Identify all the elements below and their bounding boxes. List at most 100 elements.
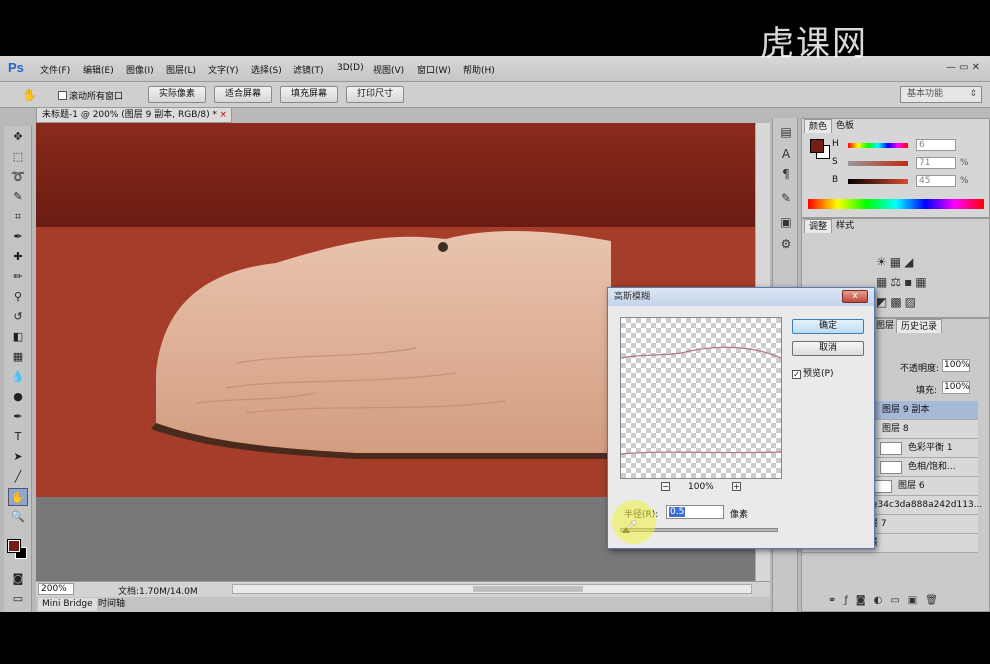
saturation-label: S bbox=[832, 157, 838, 167]
scroll-all-windows-checkbox[interactable]: 滚动所有窗口 bbox=[58, 89, 123, 102]
hue-slider[interactable] bbox=[848, 143, 908, 148]
brightness-value[interactable]: 45 bbox=[916, 175, 956, 187]
menu-view[interactable]: 视图(V) bbox=[373, 63, 404, 76]
color-ramp[interactable] bbox=[808, 199, 984, 209]
menu-filter[interactable]: 滤镜(T) bbox=[293, 63, 324, 76]
preview-label: 预览(P) bbox=[803, 369, 834, 379]
preview-zoom-value: 100% bbox=[688, 482, 714, 492]
line-tool-icon[interactable]: ╱ bbox=[8, 468, 28, 486]
fill-screen-button[interactable]: 填充屏幕 bbox=[280, 86, 338, 103]
saturation-unit: % bbox=[960, 158, 969, 168]
tab-swatches[interactable]: 色板 bbox=[832, 119, 858, 133]
hand-tool-icon[interactable]: ✋ bbox=[22, 88, 37, 102]
document-tab[interactable]: 未标题-1 @ 200% (图层 9 副本, RGB/8) * × bbox=[36, 107, 232, 123]
tab-color[interactable]: 颜色 bbox=[804, 119, 833, 133]
adjustment-icons-row-1[interactable]: ☀▦◢ bbox=[876, 255, 916, 269]
type-tool-icon[interactable]: T bbox=[8, 428, 28, 446]
cancel-button[interactable]: 取消 bbox=[792, 341, 864, 356]
layer-name: 图层 8 bbox=[882, 424, 909, 434]
scroll-thumb[interactable] bbox=[473, 586, 583, 592]
horizontal-scrollbar[interactable] bbox=[232, 584, 752, 594]
fill-input[interactable]: 100% bbox=[942, 381, 970, 394]
tool-presets-icon[interactable]: ▣ bbox=[778, 214, 794, 230]
foreground-color-box[interactable] bbox=[810, 139, 824, 153]
zoom-out-button[interactable]: − bbox=[661, 482, 670, 491]
checkmark-icon: ✓ bbox=[792, 370, 801, 379]
pen-tool-icon[interactable]: ✒ bbox=[8, 408, 28, 426]
eraser-tool-icon[interactable]: ◧ bbox=[8, 328, 28, 346]
layer-name: 图层 9 副本 bbox=[882, 405, 930, 415]
character-panel-icon[interactable]: A bbox=[778, 146, 794, 162]
adjustment-icons-row-2[interactable]: ▦⚖▪▦ bbox=[876, 275, 930, 289]
menu-type[interactable]: 文字(Y) bbox=[208, 63, 239, 76]
dialog-title-bar[interactable]: 高斯模糊 x bbox=[608, 288, 874, 306]
healing-tool-icon[interactable]: ✚ bbox=[8, 248, 28, 266]
crop-tool-icon[interactable]: ⌗ bbox=[8, 208, 28, 226]
layer-name: 色彩平衡 1 bbox=[908, 443, 953, 453]
fit-screen-button[interactable]: 适合屏幕 bbox=[214, 86, 272, 103]
adjustment-icons-row-3[interactable]: ◩▩▨ bbox=[876, 295, 919, 309]
menu-layer[interactable]: 图层(L) bbox=[166, 63, 196, 76]
filter-preview[interactable] bbox=[620, 317, 782, 479]
color-panel: 颜色 色板 H 6 S 71 % B 45 % bbox=[801, 118, 990, 218]
menu-help[interactable]: 帮助(H) bbox=[463, 63, 495, 76]
brush-panel-icon[interactable]: ✎ bbox=[778, 190, 794, 206]
print-size-button[interactable]: 打印尺寸 bbox=[346, 86, 404, 103]
radius-unit: 像素 bbox=[730, 510, 749, 520]
lasso-tool-icon[interactable]: ➰ bbox=[8, 168, 28, 186]
window-controls[interactable]: — ▭ ✕ bbox=[946, 62, 980, 73]
close-button[interactable]: x bbox=[842, 290, 868, 303]
eyedropper-tool-icon[interactable]: ✒ bbox=[8, 228, 28, 246]
brightness-slider[interactable] bbox=[848, 179, 908, 184]
actual-pixels-button[interactable]: 实际像素 bbox=[148, 86, 206, 103]
hand-tool-icon[interactable]: ✋ bbox=[8, 488, 28, 506]
preview-checkbox[interactable]: ✓ 预览(P) bbox=[792, 366, 833, 379]
zoom-level-field[interactable]: 200% bbox=[38, 583, 74, 595]
quick-select-tool-icon[interactable]: ✎ bbox=[8, 188, 28, 206]
menu-3d[interactable]: 3D(D) bbox=[337, 63, 364, 73]
tab-mini-bridge[interactable]: Mini Bridge bbox=[38, 598, 97, 611]
workspace-dropdown[interactable]: 基本功能 ⇕ bbox=[900, 86, 982, 103]
tab-layers[interactable]: 图层 bbox=[872, 319, 898, 333]
tab-timeline[interactable]: 时间轴 bbox=[94, 598, 129, 611]
saturation-slider-row: S 71 % bbox=[832, 157, 986, 171]
path-select-tool-icon[interactable]: ➤ bbox=[8, 448, 28, 466]
zoom-in-button[interactable]: + bbox=[732, 482, 741, 491]
close-icon[interactable]: × bbox=[219, 108, 227, 122]
chevron-down-icon: ⇕ bbox=[969, 89, 977, 99]
menu-image[interactable]: 图像(I) bbox=[126, 63, 154, 76]
layer-panel-footer-icons[interactable]: ⚭ƒ◙◐▭▣🗑 bbox=[828, 595, 946, 606]
hue-value[interactable]: 6 bbox=[916, 139, 956, 151]
stamp-tool-icon[interactable]: ⚲ bbox=[8, 288, 28, 306]
quick-mask-icon[interactable]: ◙ bbox=[8, 570, 28, 588]
history-brush-icon[interactable]: ↺ bbox=[8, 308, 28, 326]
document-info[interactable]: 文档:1.70M/14.0M bbox=[118, 584, 198, 597]
zoom-tool-icon[interactable]: 🔍 bbox=[8, 508, 28, 526]
tab-history[interactable]: 历史记录 bbox=[896, 319, 943, 333]
menu-edit[interactable]: 编辑(E) bbox=[83, 63, 114, 76]
opacity-input[interactable]: 100% bbox=[942, 359, 970, 372]
menu-select[interactable]: 选择(S) bbox=[251, 63, 282, 76]
blur-tool-icon[interactable]: 💧 bbox=[8, 368, 28, 386]
opacity-label: 不透明度: bbox=[900, 364, 940, 374]
saturation-slider[interactable] bbox=[848, 161, 908, 166]
screen-mode-icon[interactable]: ▭ bbox=[8, 590, 28, 608]
ok-button[interactable]: 确定 bbox=[792, 319, 864, 334]
mouse-cursor-icon: ➚ bbox=[626, 517, 638, 533]
gradient-tool-icon[interactable]: ▦ bbox=[8, 348, 28, 366]
menu-window[interactable]: 窗口(W) bbox=[417, 63, 451, 76]
clone-source-icon[interactable]: ⚙ bbox=[778, 236, 794, 252]
brush-tool-icon[interactable]: ✏ bbox=[8, 268, 28, 286]
menu-file[interactable]: 文件(F) bbox=[40, 63, 70, 76]
history-panel-icon[interactable]: ▤ bbox=[778, 124, 794, 140]
paragraph-panel-icon[interactable]: ¶ bbox=[778, 166, 794, 182]
photoshop-logo: Ps bbox=[8, 60, 24, 75]
dodge-tool-icon[interactable]: ● bbox=[8, 388, 28, 406]
tab-styles[interactable]: 样式 bbox=[832, 219, 858, 233]
saturation-value[interactable]: 71 bbox=[916, 157, 956, 169]
marquee-tool-icon[interactable]: ⬚ bbox=[8, 148, 28, 166]
tab-adjustments[interactable]: 调整 bbox=[804, 219, 833, 233]
move-tool-icon[interactable]: ✥ bbox=[8, 128, 28, 146]
foreground-color-swatch[interactable] bbox=[7, 539, 21, 553]
radius-input[interactable]: 0.5 bbox=[666, 505, 724, 519]
